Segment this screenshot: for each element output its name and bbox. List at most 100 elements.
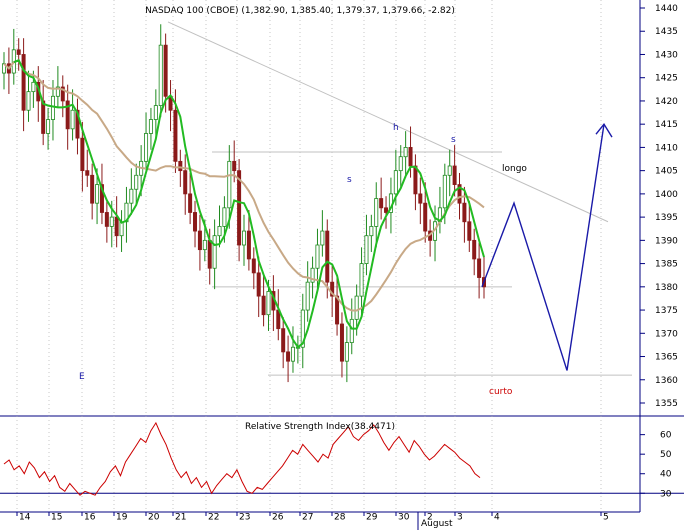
candle-up xyxy=(212,235,217,269)
rsi-tick-label: 40 xyxy=(660,470,672,480)
candle-down xyxy=(452,165,457,185)
y-tick-label: 1440 xyxy=(655,4,678,14)
candle-up xyxy=(202,239,207,251)
candle-down xyxy=(173,109,178,162)
month-label-august: August xyxy=(421,519,453,529)
x-tick-label: 29 xyxy=(366,513,378,523)
annotation-curto: curto xyxy=(489,387,513,397)
candle-down xyxy=(178,160,183,172)
candle-down xyxy=(41,100,46,134)
x-tick-label: 4 xyxy=(494,513,500,523)
candle-up xyxy=(241,230,246,246)
candle-down xyxy=(286,351,291,362)
candle-down xyxy=(261,295,266,316)
x-tick-label: 28 xyxy=(334,513,346,523)
y-tick-label: 1375 xyxy=(655,306,678,316)
rsi-tick-label: 60 xyxy=(660,431,672,441)
candle-up xyxy=(134,174,139,190)
price-chart-title: NASDAQ 100 (CBOE) (1,382.90, 1,385.40, 1… xyxy=(145,6,455,16)
candle-up xyxy=(403,147,408,158)
candle-down xyxy=(188,193,193,213)
x-tick-label: 5 xyxy=(603,513,609,523)
y-tick-label: 1380 xyxy=(655,283,678,293)
candle-up xyxy=(227,160,232,209)
x-tick-label: 22 xyxy=(208,513,219,523)
candle-down xyxy=(379,198,384,209)
x-tick-label: 23 xyxy=(239,513,250,523)
y-tick-label: 1410 xyxy=(655,143,678,153)
candle-down xyxy=(339,323,344,362)
candle-down xyxy=(21,54,26,111)
candle-up xyxy=(393,170,398,195)
candle-down xyxy=(163,44,168,97)
candle-down xyxy=(467,221,472,241)
y-tick-label: 1405 xyxy=(655,167,678,177)
candle-down xyxy=(232,160,237,172)
candle-up xyxy=(95,184,100,204)
candle-up xyxy=(398,156,403,172)
candle-up xyxy=(354,295,359,320)
y-tick-label: 1430 xyxy=(655,50,678,60)
x-tick-label: 26 xyxy=(272,513,284,523)
x-tick-label: 20 xyxy=(148,513,160,523)
y-tick-label: 1360 xyxy=(655,376,678,386)
candle-up xyxy=(222,207,227,227)
candle-up xyxy=(369,226,374,237)
candle-up xyxy=(50,95,55,120)
candle-up xyxy=(153,105,158,120)
candle-down xyxy=(462,202,467,223)
candle-up xyxy=(31,81,36,93)
candle-down xyxy=(114,216,119,237)
candle-up xyxy=(447,165,452,176)
y-tick-label: 1370 xyxy=(655,329,678,339)
candle-down xyxy=(413,165,418,195)
candle-up xyxy=(119,221,124,237)
candle-down xyxy=(183,170,188,195)
x-tick-label: 19 xyxy=(116,513,128,523)
x-tick-label: 15 xyxy=(51,513,62,523)
x-tick-label: 3 xyxy=(457,513,463,523)
candle-up xyxy=(344,342,349,362)
rsi-title: Relative Strength Index(38.4471) xyxy=(245,422,395,432)
y-tick-label: 1385 xyxy=(655,260,678,270)
candle-down xyxy=(104,212,109,227)
x-tick-label: 21 xyxy=(175,513,186,523)
candle-up xyxy=(349,318,354,343)
candle-up xyxy=(158,44,163,106)
y-tick-label: 1395 xyxy=(655,213,678,223)
candle-down xyxy=(256,272,261,297)
candle-up xyxy=(46,119,51,134)
candle-up xyxy=(442,174,447,209)
rsi-tick-label: 30 xyxy=(660,489,672,499)
candle-up xyxy=(26,91,31,111)
chart-stage: NASDAQ 100 (CBOE) (1,382.90, 1,385.40, 1… xyxy=(0,0,684,530)
candle-down xyxy=(477,258,482,278)
annotation-longo: longo xyxy=(502,164,527,174)
candle-down xyxy=(281,328,286,353)
candle-up xyxy=(315,244,320,269)
annotation-s-left: s xyxy=(347,175,352,185)
x-tick-label: 27 xyxy=(302,513,313,523)
candle-down xyxy=(207,239,212,269)
candle-down xyxy=(80,137,85,172)
candle-up xyxy=(70,109,75,130)
y-tick-label: 1435 xyxy=(655,27,678,37)
candle-up xyxy=(109,216,114,227)
y-tick-label: 1425 xyxy=(655,74,678,84)
candle-up xyxy=(290,346,295,362)
candle-up xyxy=(364,235,369,264)
annotation-h: h xyxy=(393,123,399,133)
rsi-tick-label: 50 xyxy=(660,450,672,460)
candle-down xyxy=(251,258,256,274)
background xyxy=(0,0,684,530)
candle-up xyxy=(359,263,364,297)
y-tick-label: 1400 xyxy=(655,190,678,200)
candle-up xyxy=(217,226,222,237)
candle-down xyxy=(472,239,477,260)
candle-down xyxy=(197,230,202,251)
candle-up xyxy=(144,133,149,162)
y-tick-label: 1355 xyxy=(655,399,678,409)
candle-down xyxy=(325,230,330,283)
y-tick-label: 1365 xyxy=(655,353,678,363)
candle-down xyxy=(418,193,423,204)
